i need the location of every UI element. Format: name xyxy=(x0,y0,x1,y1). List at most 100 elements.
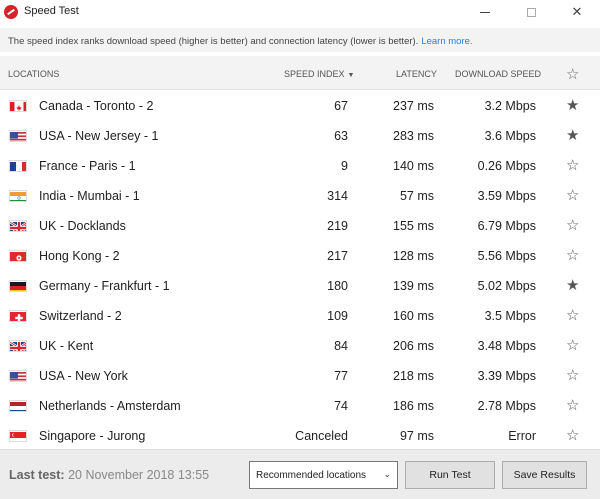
location-name: UK - Docklands xyxy=(39,219,126,233)
table-row[interactable]: UK - Kent 84 206 ms 3.48 Mbps ☆ xyxy=(0,331,600,361)
table-row[interactable]: Canada - Toronto - 2 67 237 ms 3.2 Mbps ★ xyxy=(0,91,600,121)
star-filled-icon[interactable]: ★ xyxy=(566,96,579,114)
star-outline-icon[interactable]: ☆ xyxy=(566,366,579,384)
india-flag-icon xyxy=(9,190,27,202)
latency-value: 186 ms xyxy=(393,399,434,413)
minimize-icon xyxy=(480,11,490,13)
favorites-column-star-icon[interactable]: ☆ xyxy=(566,65,579,83)
star-outline-icon[interactable]: ☆ xyxy=(566,396,579,414)
star-outline-icon[interactable]: ☆ xyxy=(566,426,579,444)
table-row[interactable]: Switzerland - 2 109 160 ms 3.5 Mbps ☆ xyxy=(0,301,600,331)
download-speed-value: 3.39 Mbps xyxy=(477,369,536,383)
latency-value: 128 ms xyxy=(393,249,434,263)
run-test-button[interactable]: Run Test xyxy=(405,461,495,489)
save-results-button[interactable]: Save Results xyxy=(502,461,587,489)
column-speed-index-label: SPEED INDEX xyxy=(284,69,345,79)
title-bar: Speed Test ✕ xyxy=(0,0,600,24)
latency-value: 218 ms xyxy=(393,369,434,383)
app-logo-icon xyxy=(4,5,18,19)
location-name: UK - Kent xyxy=(39,339,94,353)
footer-bar: Last test: 20 November 2018 13:55 Recomm… xyxy=(0,449,600,499)
table-row[interactable]: UK - Docklands 219 155 ms 6.79 Mbps ☆ xyxy=(0,211,600,241)
maximize-button[interactable] xyxy=(508,0,554,24)
speed-index-value: 77 xyxy=(334,369,348,383)
speed-index-value: 219 xyxy=(327,219,348,233)
close-icon: ✕ xyxy=(571,4,583,19)
germany-flag-icon xyxy=(9,280,27,292)
location-name: Netherlands - Amsterdam xyxy=(39,399,181,413)
speed-index-value: 180 xyxy=(327,279,348,293)
table-row[interactable]: India - Mumbai - 1 314 57 ms 3.59 Mbps ☆ xyxy=(0,181,600,211)
download-speed-value: 2.78 Mbps xyxy=(477,399,536,413)
table-row[interactable]: USA - New Jersey - 1 63 283 ms 3.6 Mbps ★ xyxy=(0,121,600,151)
info-bar: The speed index ranks download speed (hi… xyxy=(0,28,600,52)
location-name: USA - New Jersey - 1 xyxy=(39,129,159,143)
minimize-button[interactable] xyxy=(462,0,508,24)
learn-more-link[interactable]: Learn more. xyxy=(421,36,472,47)
table-header: LOCATIONS SPEED INDEX ▼ LATENCY DOWNLOAD … xyxy=(0,56,600,90)
locations-list: Canada - Toronto - 2 67 237 ms 3.2 Mbps ★ USA… xyxy=(0,91,600,449)
download-speed-value: 3.48 Mbps xyxy=(477,339,536,353)
latency-value: 237 ms xyxy=(393,99,434,113)
table-row[interactable]: France - Paris - 1 9 140 ms 0.26 Mbps ☆ xyxy=(0,151,600,181)
speed-index-value: 109 xyxy=(327,309,348,323)
singapore-flag-icon xyxy=(9,430,27,442)
latency-value: 97 ms xyxy=(399,429,434,443)
uk-flag-icon xyxy=(9,340,27,352)
download-speed-value: 3.2 Mbps xyxy=(484,99,536,113)
column-latency[interactable]: LATENCY xyxy=(396,69,437,79)
speed-index-value: 314 xyxy=(327,189,348,203)
window-title: Speed Test xyxy=(24,5,79,17)
close-button[interactable]: ✕ xyxy=(554,0,600,24)
location-name: Switzerland - 2 xyxy=(39,309,122,323)
france-flag-icon xyxy=(9,160,27,172)
switzerland-flag-icon xyxy=(9,310,27,322)
star-outline-icon[interactable]: ☆ xyxy=(566,306,579,324)
column-locations[interactable]: LOCATIONS xyxy=(8,69,59,79)
location-set-select[interactable]: Recommended locations ⌄ xyxy=(249,461,398,489)
netherlands-flag-icon xyxy=(9,400,27,412)
usa-flag-icon xyxy=(9,130,27,142)
column-download-speed[interactable]: DOWNLOAD SPEED xyxy=(455,69,541,79)
speed-index-value: 84 xyxy=(334,339,348,353)
location-name: Canada - Toronto - 2 xyxy=(39,99,154,113)
chevron-down-icon: ⌄ xyxy=(383,469,391,479)
hong-kong-flag-icon xyxy=(9,250,27,262)
table-row[interactable]: Germany - Frankfurt - 1 180 139 ms 5.02 Mbp… xyxy=(0,271,600,301)
latency-value: 155 ms xyxy=(393,219,434,233)
table-row[interactable]: Singapore - Jurong Canceled 97 ms Error ☆ xyxy=(0,421,600,449)
table-row[interactable]: Netherlands - Amsterdam 74 186 ms 2.78 Mbps… xyxy=(0,391,600,421)
star-outline-icon[interactable]: ☆ xyxy=(566,246,579,264)
download-speed-value: 5.02 Mbps xyxy=(477,279,536,293)
latency-value: 140 ms xyxy=(393,159,434,173)
location-name: Hong Kong - 2 xyxy=(39,249,120,263)
speed-index-value: 63 xyxy=(334,129,348,143)
latency-value: 160 ms xyxy=(393,309,434,323)
location-name: Germany - Frankfurt - 1 xyxy=(39,279,170,293)
maximize-icon xyxy=(526,7,536,17)
star-outline-icon[interactable]: ☆ xyxy=(566,186,579,204)
download-speed-value: 3.59 Mbps xyxy=(477,189,536,203)
star-filled-icon[interactable]: ★ xyxy=(566,276,579,294)
usa-flag-icon xyxy=(9,370,27,382)
speed-index-value: Canceled xyxy=(295,429,348,443)
latency-value: 57 ms xyxy=(399,189,434,203)
download-speed-value: 0.26 Mbps xyxy=(477,159,536,173)
uk-flag-icon xyxy=(9,220,27,232)
speed-index-value: 67 xyxy=(334,99,348,113)
table-row[interactable]: Hong Kong - 2 217 128 ms 5.56 Mbps ☆ xyxy=(0,241,600,271)
last-test-value: 20 November 2018 13:55 xyxy=(68,468,210,482)
latency-value: 283 ms xyxy=(393,129,434,143)
column-speed-index[interactable]: SPEED INDEX ▼ xyxy=(284,69,354,79)
star-outline-icon[interactable]: ☆ xyxy=(566,336,579,354)
speed-index-value: 217 xyxy=(327,249,348,263)
table-row[interactable]: USA - New York 77 218 ms 3.39 Mbps ☆ xyxy=(0,361,600,391)
star-outline-icon[interactable]: ☆ xyxy=(566,216,579,234)
latency-value: 139 ms xyxy=(393,279,434,293)
speed-index-value: 9 xyxy=(341,159,348,173)
download-speed-value: 6.79 Mbps xyxy=(477,219,536,233)
star-outline-icon[interactable]: ☆ xyxy=(566,156,579,174)
location-name: Singapore - Jurong xyxy=(39,429,146,443)
star-filled-icon[interactable]: ★ xyxy=(566,126,579,144)
location-name: USA - New York xyxy=(39,369,128,383)
